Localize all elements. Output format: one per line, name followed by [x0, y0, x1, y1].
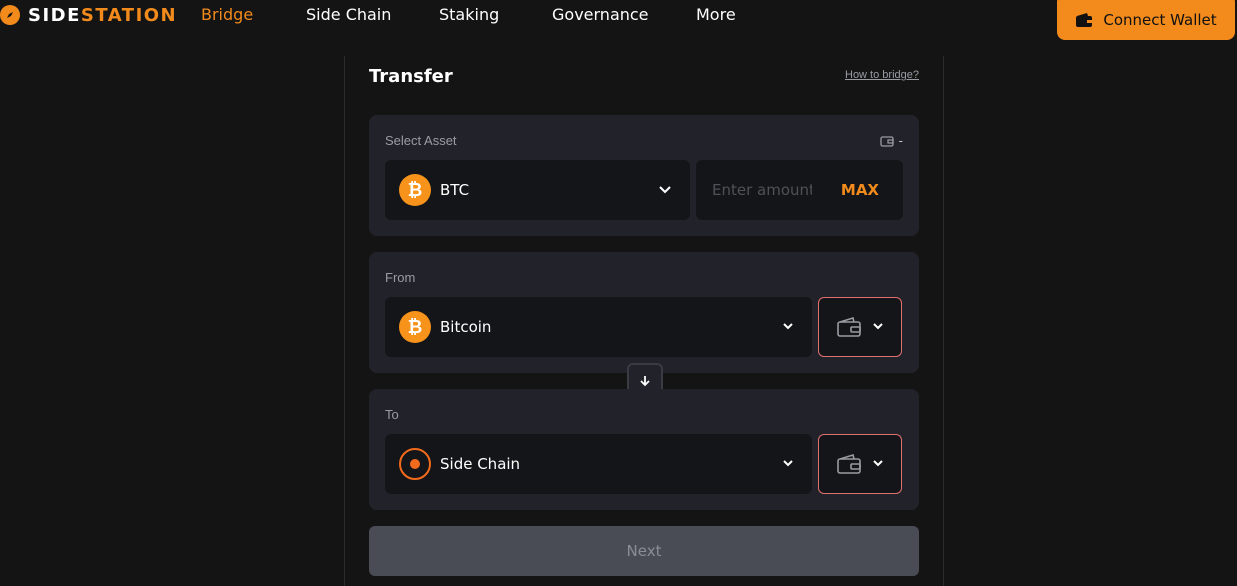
wallet-icon	[1076, 13, 1093, 27]
wallet-icon	[880, 135, 894, 147]
to-label: To	[385, 407, 399, 422]
amount-field: MAX	[696, 160, 903, 220]
side-chain-icon	[399, 448, 431, 480]
max-button[interactable]: MAX	[841, 181, 879, 199]
nav-item-governance[interactable]: Governance	[552, 5, 649, 24]
connect-wallet-label: Connect Wallet	[1103, 11, 1217, 29]
top-navbar: SIDESTATION Bridge Side Chain Staking Go…	[0, 0, 1237, 40]
to-chain-label: Side Chain	[440, 455, 521, 473]
how-to-bridge-link[interactable]: How to bridge?	[845, 69, 919, 81]
wallet-icon	[837, 316, 861, 337]
chevron-down-icon	[873, 460, 883, 467]
select-asset-label: Select Asset	[385, 133, 457, 148]
select-asset-card: Select Asset - ₿ BTC MAX	[369, 115, 919, 236]
next-button[interactable]: Next	[369, 526, 919, 576]
chevron-down-icon	[659, 186, 671, 194]
amount-input[interactable]	[712, 181, 812, 199]
brand-logo[interactable]: SIDESTATION	[0, 4, 177, 26]
arrow-down-icon	[640, 376, 650, 387]
from-label: From	[385, 270, 416, 285]
nav-item-staking[interactable]: Staking	[439, 5, 499, 24]
brand-part-side: SIDE	[28, 4, 81, 26]
brand-part-station: STATION	[80, 4, 178, 26]
nav-item-side-chain[interactable]: Side Chain	[306, 5, 391, 24]
asset-selected-label: BTC	[440, 181, 470, 199]
brand-name: SIDESTATION	[28, 5, 177, 26]
from-wallet-button[interactable]	[818, 297, 902, 357]
bitcoin-icon: ₿	[399, 311, 431, 343]
to-chain-select[interactable]: Side Chain	[385, 434, 812, 494]
transfer-panel: Transfer How to bridge? Select Asset - ₿…	[344, 56, 944, 586]
connect-wallet-button[interactable]: Connect Wallet	[1057, 0, 1235, 40]
asset-balance-value: -	[898, 133, 903, 148]
bitcoin-icon: ₿	[399, 174, 431, 206]
wallet-icon	[837, 453, 861, 474]
nav-item-bridge[interactable]: Bridge	[201, 5, 253, 24]
chevron-down-icon	[783, 323, 793, 330]
to-wallet-button[interactable]	[818, 434, 902, 494]
from-chain-select[interactable]: ₿ Bitcoin	[385, 297, 812, 357]
page-title: Transfer	[369, 66, 453, 87]
compass-icon	[0, 5, 20, 25]
from-card: From ₿ Bitcoin	[369, 252, 919, 373]
from-chain-label: Bitcoin	[440, 318, 492, 336]
asset-select[interactable]: ₿ BTC	[385, 160, 690, 220]
chevron-down-icon	[873, 323, 883, 330]
to-card: To Side Chain	[369, 389, 919, 510]
chevron-down-icon	[783, 460, 793, 467]
asset-balance: -	[880, 133, 903, 148]
nav-item-more[interactable]: More	[696, 5, 736, 24]
